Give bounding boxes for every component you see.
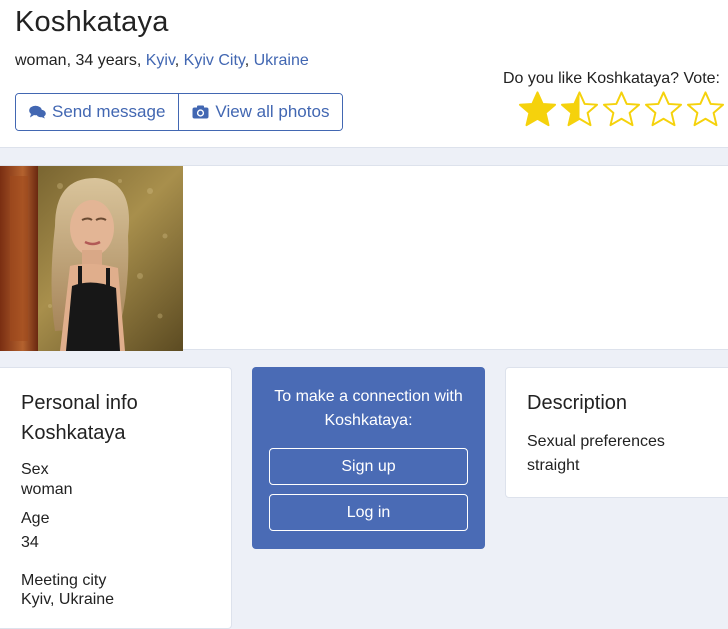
vote-label: Do you like Koshkataya? Vote: — [502, 70, 720, 87]
profile-header: Koshkataya woman, 34 years, Kyiv, Kyiv C… — [0, 0, 728, 148]
sex-value: woman — [21, 481, 73, 498]
profile-name: Koshkataya — [15, 6, 169, 38]
meeting-city-label: Meeting city — [21, 572, 107, 589]
sex-label: Sex — [21, 461, 49, 478]
rating-star-icon[interactable] — [560, 90, 599, 128]
description-line: Sexual preferences — [527, 433, 665, 450]
age-value: 34 — [21, 534, 39, 551]
send-message-label: Send message — [52, 102, 166, 121]
chat-bubbles-icon — [29, 105, 46, 119]
age-label: Age — [21, 510, 50, 527]
meta-separator: , — [244, 52, 254, 69]
meeting-city-value: Kyiv, Ukraine — [21, 591, 115, 608]
meta-separator: , — [174, 52, 184, 69]
rating-star-icon[interactable] — [644, 90, 683, 128]
connect-text: To make a connection with Koshkataya: — [252, 385, 485, 433]
profile-meta: woman, 34 years, Kyiv, Kyiv City, Ukrain… — [15, 52, 309, 70]
send-message-button[interactable]: Send message — [16, 94, 179, 130]
personal-info-name: Koshkataya — [21, 422, 126, 444]
log-in-button[interactable]: Log in — [269, 494, 468, 531]
rating-star-icon[interactable] — [518, 90, 557, 128]
personal-info-card: Personal info Koshkataya Sex woman Age 3… — [0, 367, 232, 629]
connect-text-line: Koshkataya: — [324, 412, 413, 429]
profile-meta-text: woman, 34 years, — [15, 52, 146, 69]
country-link[interactable]: Ukraine — [254, 52, 309, 69]
view-all-photos-label: View all photos — [215, 102, 330, 121]
profile-actions: Send message View all photos — [15, 93, 344, 131]
region-link[interactable]: Kyiv City — [184, 52, 245, 69]
description-line: straight — [527, 457, 580, 474]
city-link[interactable]: Kyiv — [146, 52, 175, 69]
rating-star-icon[interactable] — [686, 90, 725, 128]
description-text: Sexual preferences straight — [527, 430, 665, 478]
camera-icon — [192, 105, 209, 119]
view-all-photos-button[interactable]: View all photos — [178, 94, 343, 130]
description-card: Description Sexual preferences straight — [505, 367, 728, 498]
sign-up-button[interactable]: Sign up — [269, 448, 468, 485]
connect-box: To make a connection with Koshkataya: Si… — [252, 367, 485, 549]
vote-stars — [518, 90, 725, 128]
description-title: Description — [527, 392, 628, 414]
rating-star-icon[interactable] — [602, 90, 641, 128]
personal-info-title: Personal info — [21, 392, 138, 414]
photo-strip — [0, 165, 728, 351]
connect-text-line: To make a connection with — [274, 388, 463, 405]
profile-photo[interactable] — [0, 166, 183, 351]
